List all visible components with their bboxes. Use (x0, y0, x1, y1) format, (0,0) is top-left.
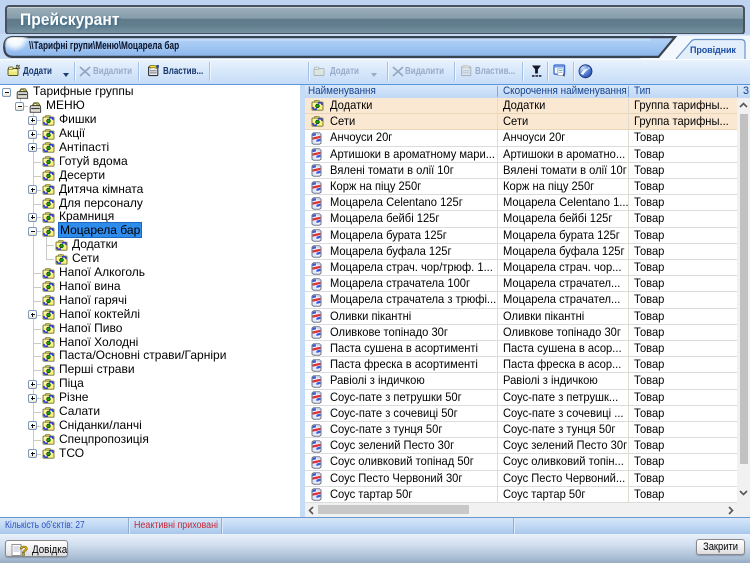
svg-text:?: ? (20, 543, 29, 557)
